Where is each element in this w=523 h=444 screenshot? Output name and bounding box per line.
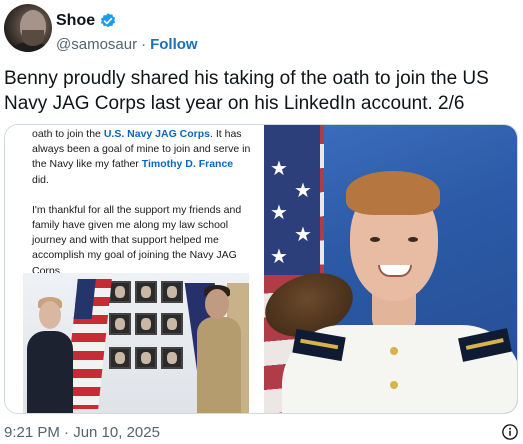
- tweet-text: Benny proudly shared his taking of the o…: [4, 68, 489, 114]
- verified-badge-icon: [101, 13, 116, 28]
- handle[interactable]: @samosaur: [56, 36, 137, 53]
- name-row: Shoe: [56, 10, 117, 32]
- uniform-button: [390, 381, 398, 389]
- post-highlight-jag-corps: U.S. Navy JAG Corps: [103, 128, 211, 140]
- linkedin-post-paragraph-2: I'm thankful for all the support my frie…: [32, 203, 242, 277]
- handle-row: @samosaur · Follow: [56, 34, 198, 54]
- wall-portrait: [161, 347, 183, 369]
- oath-ceremony-photo: [23, 273, 249, 413]
- media-image-portrait[interactable]: ★ ★ ★ ★ ★: [264, 125, 517, 413]
- tweet-header: Shoe @samosaur · Follow: [4, 4, 519, 56]
- avatar-beard: [22, 30, 44, 46]
- man-head: [39, 301, 61, 329]
- linkedin-post-text: oath to join the U.S. Navy JAG Corps. It…: [32, 127, 252, 294]
- portrait-eye: [370, 237, 380, 242]
- follow-button[interactable]: Follow: [150, 36, 198, 53]
- post-text-post: did.: [32, 173, 49, 186]
- shoulder-stripe: [465, 338, 504, 350]
- portrait-eye: [408, 237, 418, 242]
- wall-portrait: [109, 313, 131, 335]
- us-flag-canton: [73, 279, 96, 319]
- tweet-footer: 9:21 PM · Jun 10, 2025: [4, 422, 519, 442]
- flag-star: ★: [294, 180, 312, 202]
- display-name[interactable]: Shoe: [56, 12, 95, 30]
- media-grid: oath to join the U.S. Navy JAG Corps. It…: [4, 124, 518, 414]
- linkedin-post-paragraph-1: oath to join the U.S. Navy JAG Corps. It…: [32, 127, 252, 188]
- info-icon[interactable]: [501, 423, 519, 441]
- wall-portrait: [161, 281, 183, 303]
- flag-star: ★: [270, 158, 288, 180]
- flag-star: ★: [270, 246, 288, 268]
- wall-portrait: [135, 347, 157, 369]
- separator-dot: ·: [141, 35, 147, 53]
- portrait-hair: [346, 171, 440, 215]
- flag-canton: ★ ★ ★ ★ ★: [264, 125, 320, 275]
- flag-star: ★: [270, 202, 288, 224]
- timestamp[interactable]: 9:21 PM · Jun 10, 2025: [4, 424, 160, 441]
- wall-portrait: [135, 313, 157, 335]
- wall-portrait: [109, 347, 131, 369]
- wall-portrait: [161, 313, 183, 335]
- media-image-linkedin-screenshot[interactable]: oath to join the U.S. Navy JAG Corps. It…: [5, 125, 262, 413]
- avatar[interactable]: [4, 4, 52, 52]
- post-text-pre: oath to join the: [32, 128, 104, 140]
- man-in-suit: [27, 331, 73, 413]
- officer-uniform: [197, 317, 241, 413]
- flag-star: ★: [294, 224, 312, 246]
- shoulder-stripe: [300, 338, 339, 350]
- wall-portrait: [109, 281, 131, 303]
- post-highlight-father-name: Timothy D. France: [141, 158, 234, 171]
- officer-head: [205, 289, 229, 319]
- wall-portrait: [135, 281, 157, 303]
- uniform-button: [390, 347, 398, 355]
